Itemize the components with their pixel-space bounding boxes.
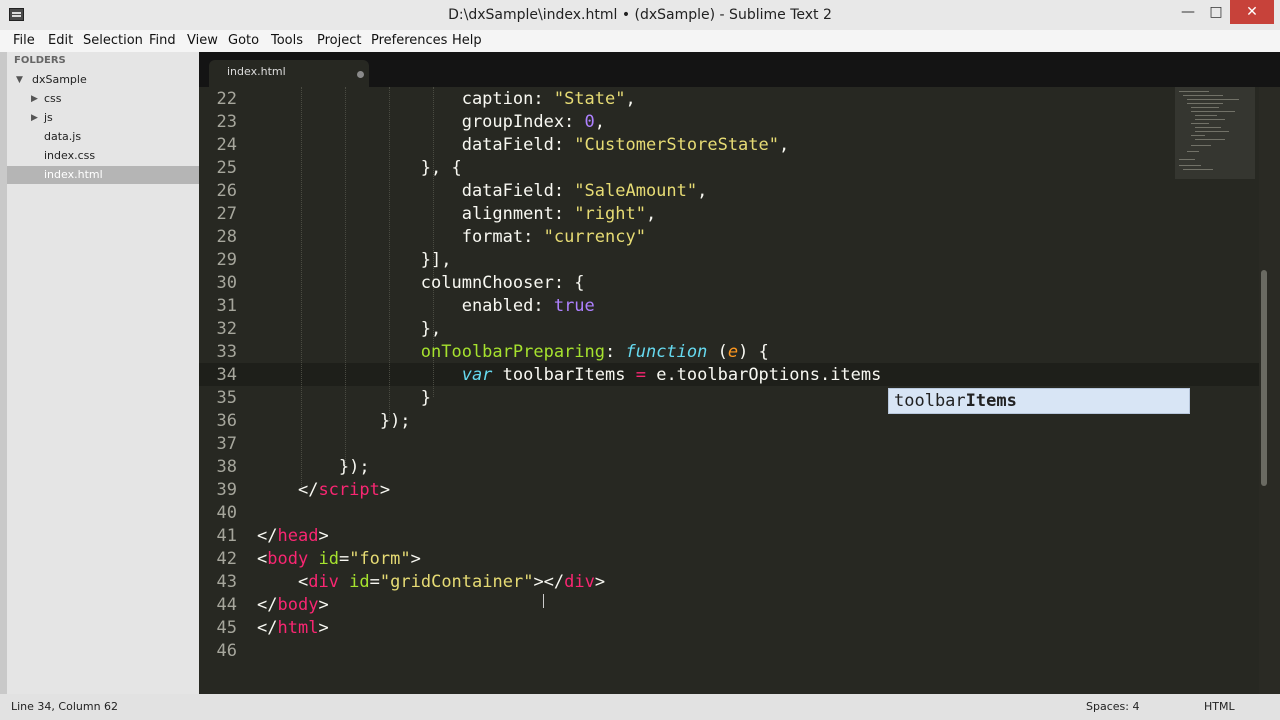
line-number: 36 [216,411,237,431]
sidebar-folder-dxsample[interactable]: ▼ dxSample [7,71,199,89]
line-number: 38 [216,457,237,477]
line-number: 40 [216,503,237,523]
code-line: ____________________dataField: "Customer… [461,135,790,155]
line-number: 30 [216,273,237,293]
sidebar: FOLDERS ▼ dxSample ▶ css ▶ js data.js in… [7,52,199,694]
line-number: 27 [216,204,237,224]
sidebar-file-index-css[interactable]: index.css [7,147,199,165]
line-number: 26 [216,181,237,201]
code-line: </head> [257,526,329,546]
line-number: 23 [216,112,237,132]
sidebar-item-label: index.html [44,168,103,181]
code-line: </html> [257,618,329,638]
menu-bar: File Edit Selection Find View Goto Tools… [0,30,1280,52]
sidebar-folder-css[interactable]: ▶ css [7,90,199,108]
code-line: ____________________alignment: "right", [461,204,657,224]
maximize-button[interactable]: □ [1200,0,1232,24]
line-number: 24 [216,135,237,155]
code-line: ____<div id="gridContainer"></div> [297,572,606,592]
chevron-right-icon[interactable]: ▶ [31,109,38,127]
line-number: 34 [216,365,237,385]
tab-label: index.html [227,65,286,78]
line-number: 37 [216,434,237,454]
code-line: ________________}], [420,250,452,270]
code-line: ____________________var toolbarItems = e… [461,365,882,385]
sidebar-item-label: data.js [44,130,82,143]
autocomplete-match: Items [965,391,1017,411]
line-number: 39 [216,480,237,500]
sidebar-file-index-html[interactable]: index.html [7,166,199,184]
code-line: ____________________enabled: true [461,296,595,316]
line-number: 35 [216,388,237,408]
status-bar: Line 34, Column 62 Spaces: 4 HTML [0,694,1280,720]
menu-edit[interactable]: Edit [48,33,73,48]
code-line: ____________________groupIndex: 0, [461,112,606,132]
line-number: 25 [216,158,237,178]
code-line: <body id="form"> [257,549,421,569]
menu-help[interactable]: Help [452,33,482,48]
code-line: ________}); [338,457,370,477]
menu-preferences[interactable]: Preferences [371,33,447,48]
close-button[interactable]: ✕ [1230,0,1274,24]
code-line: ____________________format: "currency" [461,227,646,247]
sidebar-item-label: dxSample [32,73,87,86]
code-line: ____________}); [379,411,411,431]
menu-goto[interactable]: Goto [228,33,259,48]
window-title: D:\dxSample\index.html • (dxSample) - Su… [448,7,832,23]
sidebar-folder-js[interactable]: ▶ js [7,109,199,127]
line-number: 43 [216,572,237,592]
line-number: 22 [216,89,237,109]
code-line: ________________onToolbarPreparing: func… [420,342,769,362]
line-number: 41 [216,526,237,546]
menu-tools[interactable]: Tools [271,33,303,48]
code-line: ____</script> [297,480,391,500]
minimap[interactable] [1175,87,1255,179]
sidebar-file-data-js[interactable]: data.js [7,128,199,146]
unsaved-dot-icon[interactable] [357,71,364,78]
menu-view[interactable]: View [187,33,218,48]
code-line: ________________}, [420,319,442,339]
line-number: 46 [216,641,237,661]
sidebar-item-label: index.css [44,149,96,162]
line-number: 44 [216,595,237,615]
cursor-position: Line 34, Column 62 [11,700,119,713]
line-number: 45 [216,618,237,638]
folders-heading: FOLDERS [14,55,66,66]
line-number: 29 [216,250,237,270]
vertical-scrollbar[interactable] [1259,87,1280,694]
code-line: ________________columnChooser: { [420,273,585,293]
sidebar-item-label: js [44,111,53,124]
menu-find[interactable]: Find [149,33,176,48]
syntax-mode[interactable]: HTML [1204,700,1235,713]
mouse-cursor-icon [543,594,548,608]
code-line: ____________________caption: "State", [461,89,636,109]
tab-index-html[interactable]: index.html [209,60,369,87]
chevron-right-icon[interactable]: ▶ [31,90,38,108]
autocomplete-prefix: toolbar [894,391,966,411]
title-bar: D:\dxSample\index.html • (dxSample) - Su… [0,0,1280,30]
autocomplete-popup[interactable]: toolbarItems [888,388,1190,414]
menu-file[interactable]: File [13,33,35,48]
code-line: ________________}, { [420,158,462,178]
line-number: 33 [216,342,237,362]
indentation-setting[interactable]: Spaces: 4 [1086,700,1139,713]
line-number: 42 [216,549,237,569]
menu-selection[interactable]: Selection [83,33,143,48]
chevron-down-icon[interactable]: ▼ [16,71,23,89]
code-line: ____________________dataField: "SaleAmou… [461,181,708,201]
line-number: 32 [216,319,237,339]
line-number: 28 [216,227,237,247]
sidebar-item-label: css [44,92,62,105]
code-line: ________________} [420,388,432,408]
menu-project[interactable]: Project [317,33,361,48]
code-line: </body> [257,595,329,615]
scrollbar-thumb[interactable] [1261,270,1267,486]
line-number: 31 [216,296,237,316]
tab-bar: index.html [199,52,1280,87]
